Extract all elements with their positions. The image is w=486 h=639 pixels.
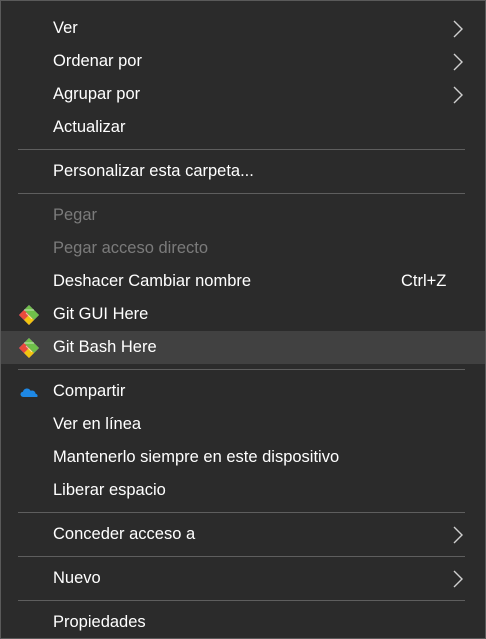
menu-separator bbox=[18, 193, 465, 194]
menu-item-conceder-acceso[interactable]: Conceder acceso a bbox=[1, 518, 485, 551]
menu-item-personalizar-carpeta[interactable]: Personalizar esta carpeta... bbox=[1, 155, 485, 188]
menu-item-pegar-acceso-directo: Pegar acceso directo bbox=[1, 232, 485, 265]
menu-item-label: Git Bash Here bbox=[53, 338, 157, 356]
menu-item-label: Propiedades bbox=[53, 613, 146, 631]
menu-item-git-gui[interactable]: Git GUI Here bbox=[1, 298, 485, 331]
menu-item-label: Personalizar esta carpeta... bbox=[53, 162, 254, 180]
menu-item-label: Nuevo bbox=[53, 569, 101, 587]
chevron-right-icon bbox=[453, 20, 463, 38]
menu-separator bbox=[18, 149, 465, 150]
context-menu: Ver Ordenar por Agrupar por Actualizar P… bbox=[0, 0, 486, 639]
menu-item-label: Pegar acceso directo bbox=[53, 239, 209, 257]
menu-item-label: Liberar espacio bbox=[53, 481, 166, 499]
menu-item-label: Deshacer Cambiar nombre bbox=[53, 272, 252, 290]
menu-item-label: Ver bbox=[53, 19, 78, 37]
menu-item-label: Compartir bbox=[53, 382, 126, 400]
menu-item-actualizar[interactable]: Actualizar bbox=[1, 111, 485, 144]
menu-item-ver[interactable]: Ver bbox=[1, 12, 485, 45]
menu-item-label: Conceder acceso a bbox=[53, 525, 196, 543]
menu-item-mantener-en-dispositivo[interactable]: Mantenerlo siempre en este dispositivo bbox=[1, 441, 485, 474]
chevron-right-icon bbox=[453, 53, 463, 71]
menu-item-label: Pegar bbox=[53, 206, 98, 224]
menu-item-propiedades[interactable]: Propiedades bbox=[1, 606, 485, 639]
menu-item-label: Actualizar bbox=[53, 118, 126, 136]
menu-item-ordenar-por[interactable]: Ordenar por bbox=[1, 45, 485, 78]
menu-item-liberar-espacio[interactable]: Liberar espacio bbox=[1, 474, 485, 507]
menu-item-agrupar-por[interactable]: Agrupar por bbox=[1, 78, 485, 111]
menu-item-label: Mantenerlo siempre en este dispositivo bbox=[53, 448, 340, 466]
chevron-right-icon bbox=[453, 526, 463, 544]
menu-item-label: Agrupar por bbox=[53, 85, 141, 103]
menu-item-pegar: Pegar bbox=[1, 199, 485, 232]
menu-item-ver-en-linea[interactable]: Ver en línea bbox=[1, 408, 485, 441]
menu-item-label: Ordenar por bbox=[53, 52, 142, 70]
git-icon bbox=[19, 305, 39, 325]
menu-separator bbox=[18, 512, 465, 513]
menu-item-git-bash[interactable]: Git Bash Here bbox=[1, 331, 485, 364]
menu-item-deshacer[interactable]: Deshacer Cambiar nombre Ctrl+Z bbox=[1, 265, 485, 298]
menu-item-nuevo[interactable]: Nuevo bbox=[1, 562, 485, 595]
chevron-right-icon bbox=[453, 86, 463, 104]
menu-separator bbox=[18, 369, 465, 370]
menu-separator bbox=[18, 556, 465, 557]
menu-separator bbox=[18, 600, 465, 601]
menu-item-label: Ver en línea bbox=[53, 415, 142, 433]
menu-item-label: Git GUI Here bbox=[53, 305, 149, 323]
chevron-right-icon bbox=[453, 570, 463, 588]
menu-item-compartir[interactable]: Compartir bbox=[1, 375, 485, 408]
onedrive-cloud-icon bbox=[20, 388, 38, 397]
git-icon bbox=[19, 338, 39, 358]
menu-item-shortcut: Ctrl+Z bbox=[401, 272, 447, 290]
